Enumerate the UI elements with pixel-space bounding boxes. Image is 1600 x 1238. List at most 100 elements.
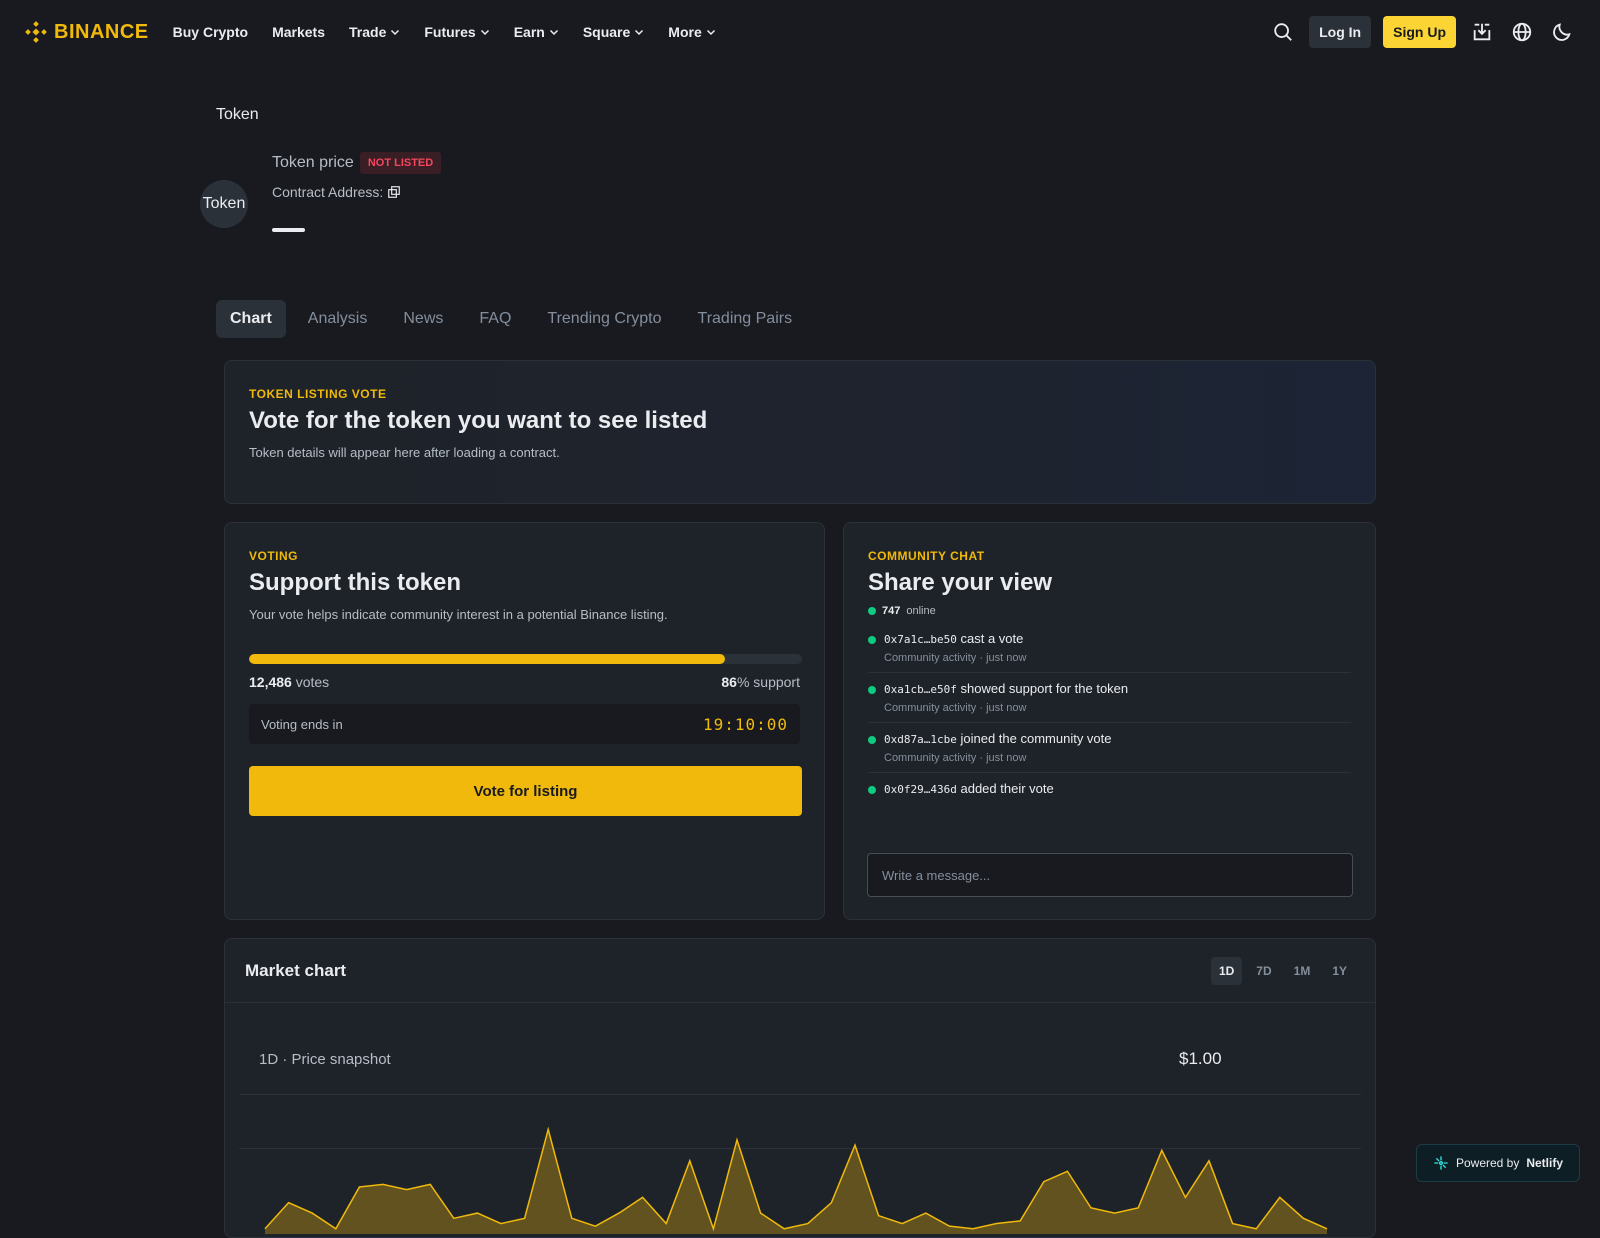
chevron-down-icon	[480, 24, 490, 40]
brand-name: BINANCE	[54, 21, 149, 44]
chat-message: 0x7a1c…be50 cast a voteCommunity activit…	[868, 623, 1351, 673]
status-dot-icon	[868, 686, 876, 694]
chat-message-text: joined the community vote	[960, 731, 1111, 746]
copy-icon[interactable]	[387, 185, 401, 199]
top-nav-bar: BINANCE Buy Crypto Markets Trade Futures Ear…	[0, 0, 1600, 64]
range-1y[interactable]: 1Y	[1324, 957, 1355, 985]
support-suffix: % support	[737, 674, 800, 690]
voting-description: Your vote helps indicate community inter…	[249, 607, 800, 622]
tab-trending-crypto[interactable]: Trending Crypto	[533, 300, 675, 338]
contract-label: Contract Address:	[272, 184, 383, 200]
online-count: 747	[882, 605, 900, 617]
price-area-chart[interactable]	[239, 1094, 1361, 1234]
token-avatar: Token	[200, 180, 248, 228]
price-snapshot-label: 1D · Price snapshot	[259, 1051, 391, 1068]
search-icon[interactable]	[1269, 18, 1297, 46]
nav-item-square[interactable]: Square	[583, 24, 644, 40]
nav-item-label: Trade	[349, 24, 386, 40]
chat-message-list[interactable]: 0x7a1c…be50 cast a vote Community activit…	[868, 623, 1351, 804]
vote-for-listing-button[interactable]: Vote for listing	[249, 766, 802, 816]
nav-item-earn[interactable]: Earn	[514, 24, 559, 40]
chat-message-text: added their vote	[960, 781, 1053, 796]
chevron-down-icon	[706, 24, 716, 40]
token-header: Token price NOT LISTED Contract Address:	[272, 152, 441, 200]
netlify-badge[interactable]: Powered by Netlify	[1416, 1144, 1580, 1182]
tab-analysis[interactable]: Analysis	[294, 300, 382, 338]
range-selector: 1D7D1M1Y	[1211, 957, 1355, 985]
chat-message-meta: Community activity · just now	[884, 702, 1128, 714]
range-1d[interactable]: 1D	[1211, 957, 1242, 985]
download-icon[interactable]	[1468, 18, 1496, 46]
wallet-address: 0xa1cb…e50f	[884, 683, 957, 696]
snapshot-price: $1.00	[1179, 1049, 1222, 1069]
online-indicator: 747 online	[868, 605, 1351, 617]
voting-card: VOTING Support this token Your vote help…	[224, 522, 825, 920]
tab-faq[interactable]: FAQ	[465, 300, 525, 338]
listing-vote-heading: Vote for the token you want to see liste…	[249, 407, 1351, 435]
listing-vote-banner: TOKEN LISTING VOTE Vote for the token yo…	[224, 360, 1376, 504]
netlify-brand: Netlify	[1526, 1156, 1563, 1170]
online-word: online	[906, 605, 935, 617]
tab-trading-pairs[interactable]: Trading Pairs	[684, 300, 807, 338]
nav-item-futures[interactable]: Futures	[424, 24, 489, 40]
chat-eyebrow: COMMUNITY CHAT	[868, 549, 1351, 563]
support-percent-value: 86	[721, 674, 737, 690]
signup-button[interactable]: Sign Up	[1383, 16, 1456, 48]
tab-bar: ChartAnalysisNewsFAQTrending CryptoTradi…	[216, 300, 806, 338]
range-7d[interactable]: 7D	[1248, 957, 1279, 985]
chat-message: 0xa1cb…e50f showed support for the token…	[868, 673, 1351, 723]
breadcrumb[interactable]: Token	[216, 106, 259, 124]
market-chart-title: Market chart	[245, 961, 346, 981]
token-title: Token price	[272, 154, 354, 172]
chart-area-fill	[265, 1129, 1327, 1234]
chevron-down-icon	[634, 24, 644, 40]
chat-message-line: 0xd87a…1cbe joined the community vote	[884, 731, 1112, 746]
voting-ends-label: Voting ends in	[261, 717, 343, 732]
chat-message-text: cast a vote	[960, 631, 1023, 646]
nav-item-label: Earn	[514, 24, 545, 40]
chevron-down-icon	[390, 24, 400, 40]
chevron-down-icon	[549, 24, 559, 40]
voting-eyebrow: VOTING	[249, 549, 800, 563]
binance-logo-icon	[24, 20, 48, 44]
chat-message-input[interactable]	[867, 853, 1353, 897]
chat-heading: Share your view	[868, 569, 1351, 597]
vote-count: 12,486 votes	[249, 674, 329, 690]
chat-message-line: 0xa1cb…e50f showed support for the token	[884, 681, 1128, 696]
chat-message: 0xd87a…1cbe joined the community vote Com…	[868, 723, 1351, 773]
login-button[interactable]: Log In	[1309, 16, 1371, 48]
vote-stats: 12,486 votes 86% support	[249, 674, 800, 690]
vote-count-value: 12,486	[249, 674, 292, 690]
globe-icon[interactable]	[1508, 18, 1536, 46]
voting-ends-box: Voting ends in 19:10:00	[249, 704, 800, 744]
contract-address: Contract Address:	[272, 184, 441, 200]
nav-item-buy-crypto[interactable]: Buy Crypto	[173, 24, 248, 40]
chat-message-meta: Community activity · just now	[884, 752, 1112, 764]
votes-word: votes	[296, 674, 329, 690]
tab-chart[interactable]: Chart	[216, 300, 286, 338]
nav-item-label: Buy Crypto	[173, 24, 248, 40]
tab-news[interactable]: News	[389, 300, 457, 338]
nav-item-trade[interactable]: Trade	[349, 24, 400, 40]
listing-vote-description: Token details will appear here after loa…	[249, 445, 1351, 460]
status-dot-icon	[868, 786, 876, 794]
support-percent: 86% support	[721, 674, 800, 690]
range-1m[interactable]: 1M	[1286, 957, 1319, 985]
binance-logo[interactable]: BINANCE	[24, 20, 149, 44]
wallet-address: 0x7a1c…be50	[884, 633, 957, 646]
voting-heading: Support this token	[249, 569, 800, 597]
countdown-timer: 19:10:00	[703, 715, 788, 734]
online-dot-icon	[868, 607, 876, 615]
main-nav: Buy Crypto Markets Trade Futures Earn Square M…	[173, 24, 716, 40]
chat-message-text: showed support for the token	[960, 681, 1128, 696]
nav-item-more[interactable]: More	[668, 24, 715, 40]
token-avatar-alt: Token	[203, 195, 246, 213]
status-badge: NOT LISTED	[360, 152, 441, 174]
nav-item-label: Futures	[424, 24, 475, 40]
wallet-address: 0x0f29…436d	[884, 783, 957, 796]
netlify-icon	[1433, 1155, 1449, 1171]
status-dot-icon	[868, 636, 876, 644]
market-chart-header: Market chart 1D7D1M1Y	[225, 939, 1375, 1003]
moon-icon[interactable]	[1548, 18, 1576, 46]
nav-item-markets[interactable]: Markets	[272, 24, 325, 40]
